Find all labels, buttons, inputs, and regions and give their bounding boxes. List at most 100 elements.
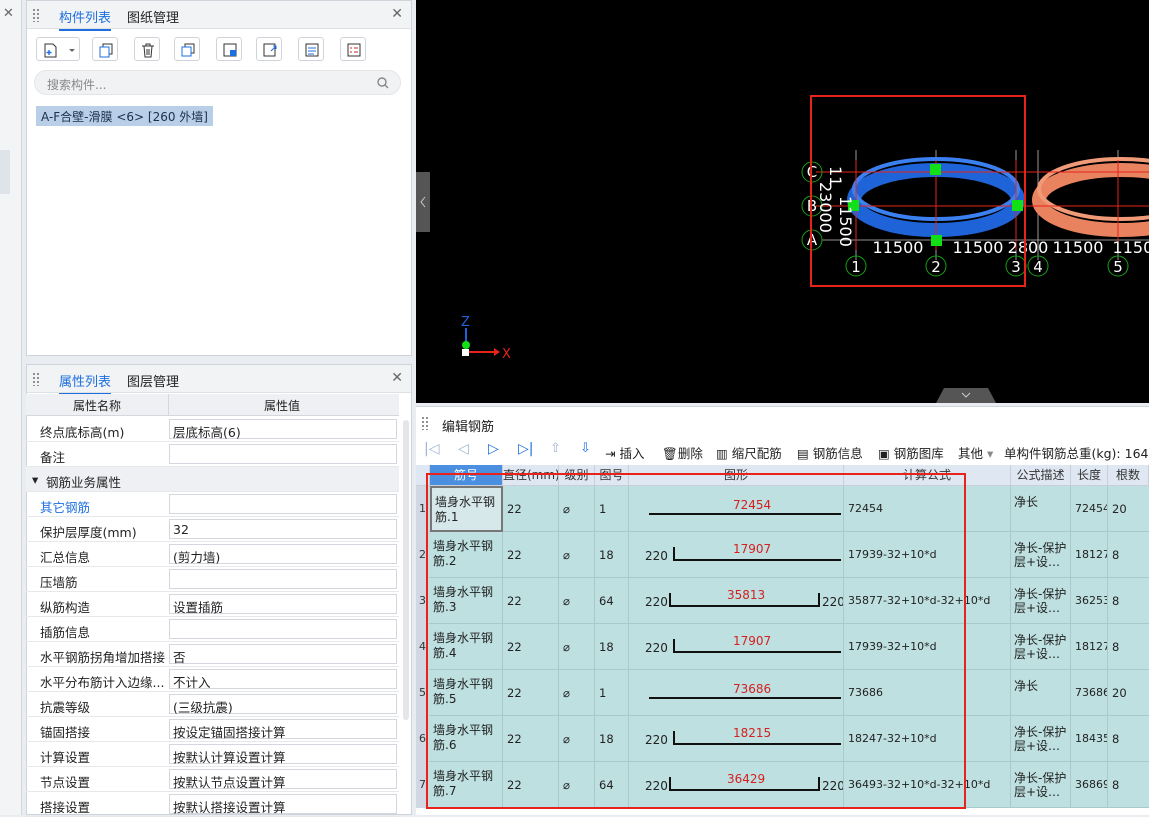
property-row[interactable]: 纵筋构造 设置插筋 bbox=[26, 592, 399, 617]
bar-shape-cell[interactable]: 73686 bbox=[629, 670, 844, 716]
bar-name[interactable]: 墙身水平钢筋.6 bbox=[433, 723, 493, 752]
bar-name[interactable]: 墙身水平钢筋.1 bbox=[435, 495, 495, 524]
tab-component-list[interactable]: 构件列表 bbox=[59, 7, 112, 31]
bar-formula[interactable]: 72454 bbox=[848, 502, 883, 515]
tab-property-list[interactable]: 属性列表 bbox=[59, 371, 112, 395]
property-row[interactable]: 水平分布筋计入边缘... 不计入 bbox=[26, 667, 399, 692]
bar-figure-no[interactable]: 18 bbox=[599, 548, 614, 562]
bar-grade-icon[interactable]: ⌀ bbox=[563, 640, 570, 654]
viewport-canvas[interactable]: CBA 12345 115001150028001150011500 11230… bbox=[416, 0, 1149, 403]
scale-rebar-button[interactable]: ▥ 缩尺配筋 bbox=[716, 443, 782, 462]
next-record-icon[interactable]: ▷ bbox=[488, 441, 499, 457]
rebar-info-button[interactable]: ▤ 钢筋信息 bbox=[797, 443, 863, 462]
property-value[interactable]: 按默认节点设置计算 bbox=[169, 769, 397, 790]
bar-diameter[interactable]: 22 bbox=[507, 548, 522, 562]
bar-formula-description[interactable]: 净长 bbox=[1014, 495, 1038, 509]
row-number[interactable]: 5 bbox=[416, 670, 429, 716]
header-shape[interactable]: 图形 bbox=[629, 465, 844, 486]
previous-record-icon[interactable]: ◁ bbox=[458, 441, 469, 457]
bar-name[interactable]: 墙身水平钢筋.3 bbox=[433, 585, 493, 614]
header-length[interactable]: 长度 bbox=[1071, 465, 1108, 486]
header-bar-no[interactable]: 筋号 bbox=[430, 465, 503, 486]
bar-diameter[interactable]: 22 bbox=[507, 686, 522, 700]
rebar-row[interactable]: 2 墙身水平钢筋.2 22 ⌀ 18 220 17907 17939-32+10*d 净长-保护… bbox=[416, 532, 1149, 578]
property-value[interactable]: (三级抗震) bbox=[169, 694, 397, 715]
bar-formula-description[interactable]: 净长 bbox=[1014, 679, 1038, 693]
property-value[interactable]: 不计入 bbox=[169, 669, 397, 690]
property-row[interactable]: 保护层厚度(mm) 32 bbox=[26, 517, 399, 542]
bar-formula-description[interactable]: 净长-保护层+设… bbox=[1014, 725, 1066, 753]
layer-copy-button[interactable] bbox=[174, 37, 200, 61]
bar-shape-cell[interactable]: 220 17907 bbox=[629, 624, 844, 670]
property-value[interactable]: 否 bbox=[169, 644, 397, 665]
insert-button[interactable]: ⇥ 插入 bbox=[605, 443, 644, 462]
bar-formula-description[interactable]: 净长-保护层+设… bbox=[1014, 633, 1066, 661]
property-view-button[interactable] bbox=[340, 37, 366, 61]
bar-formula[interactable]: 35877-32+10*d-32+10*d bbox=[848, 594, 990, 607]
bar-count[interactable]: 8 bbox=[1112, 548, 1119, 562]
property-row[interactable]: 锚固搭接 按设定锚固搭接计算 bbox=[26, 717, 399, 742]
bar-grade-icon[interactable]: ⌀ bbox=[563, 594, 570, 608]
bar-length[interactable]: 18127 bbox=[1075, 640, 1107, 653]
bar-grade-icon[interactable]: ⌀ bbox=[563, 502, 570, 516]
bar-name[interactable]: 墙身水平钢筋.4 bbox=[433, 631, 493, 660]
bar-count[interactable]: 20 bbox=[1112, 502, 1127, 516]
property-row[interactable]: 节点设置 按默认节点设置计算 bbox=[26, 767, 399, 792]
property-row[interactable]: 终点底标高(m) 层底标高(6) bbox=[26, 417, 399, 442]
bar-diameter[interactable]: 22 bbox=[507, 594, 522, 608]
header-diameter[interactable]: 直径(mm) bbox=[503, 465, 559, 486]
move-up-icon[interactable]: ⇧ bbox=[550, 441, 561, 456]
bar-figure-no[interactable]: 64 bbox=[599, 778, 614, 792]
component-list-item[interactable]: A-F合壁-滑膜 <6> [260 外墙] bbox=[36, 106, 213, 126]
bar-length[interactable]: 36253 bbox=[1075, 594, 1107, 607]
property-value[interactable]: 按默认计算设置计算 bbox=[169, 744, 397, 765]
bar-length[interactable]: 18127 bbox=[1075, 548, 1107, 561]
bar-name[interactable]: 墙身水平钢筋.2 bbox=[433, 539, 493, 568]
new-component-button[interactable] bbox=[36, 37, 80, 61]
first-record-icon[interactable]: |◁ bbox=[424, 441, 439, 457]
other-dropdown[interactable]: 其他 ▾ bbox=[958, 443, 993, 462]
bar-count[interactable]: 8 bbox=[1112, 640, 1119, 654]
bar-formula-description[interactable]: 净长-保护层+设… bbox=[1014, 771, 1066, 799]
property-row[interactable]: 搭接设置 按默认搭接设置计算 bbox=[26, 792, 399, 817]
bar-name[interactable]: 墙身水平钢筋.7 bbox=[433, 769, 493, 798]
property-row[interactable]: 其它钢筋 bbox=[26, 492, 399, 517]
bar-formula[interactable]: 18247-32+10*d bbox=[848, 732, 937, 745]
bar-diameter[interactable]: 22 bbox=[507, 732, 522, 746]
property-scrollbar[interactable] bbox=[403, 420, 409, 720]
drag-handle-icon[interactable] bbox=[32, 372, 40, 386]
bar-count[interactable]: 8 bbox=[1112, 732, 1119, 746]
bar-formula-description[interactable]: 净长-保护层+设… bbox=[1014, 541, 1066, 569]
copy-button[interactable] bbox=[92, 37, 118, 61]
delete-button[interactable] bbox=[134, 37, 160, 61]
property-row[interactable]: 计算设置 按默认计算设置计算 bbox=[26, 742, 399, 767]
bar-figure-no[interactable]: 18 bbox=[599, 732, 614, 746]
close-icon[interactable]: ✕ bbox=[3, 6, 14, 21]
bar-grade-icon[interactable]: ⌀ bbox=[563, 548, 570, 562]
row-number[interactable]: 3 bbox=[416, 578, 429, 624]
rebar-row[interactable]: 5 墙身水平钢筋.5 22 ⌀ 1 73686 73686 净长 73686 20 bbox=[416, 670, 1149, 716]
bar-count[interactable]: 8 bbox=[1112, 778, 1119, 792]
row-number[interactable]: 7 bbox=[416, 762, 429, 808]
bar-grade-icon[interactable]: ⌀ bbox=[563, 732, 570, 746]
bar-length[interactable]: 72454 bbox=[1075, 502, 1107, 515]
bar-figure-no[interactable]: 1 bbox=[599, 502, 606, 516]
bar-shape-cell[interactable]: 220 220 35813 bbox=[629, 578, 844, 624]
property-row[interactable]: ▾ 钢筋业务属性 bbox=[26, 467, 399, 492]
rebar-library-button[interactable]: ▣ 钢筋图库 bbox=[878, 443, 944, 462]
rebar-row[interactable]: 6 墙身水平钢筋.6 22 ⌀ 18 220 18215 18247-32+10*d 净长-保护… bbox=[416, 716, 1149, 762]
row-number[interactable]: 6 bbox=[416, 716, 429, 762]
list-view-button[interactable] bbox=[298, 37, 324, 61]
row-number[interactable]: 4 bbox=[416, 624, 429, 670]
property-row[interactable]: 水平钢筋拐角增加搭接否 bbox=[26, 642, 399, 667]
property-value[interactable]: 按设定锚固搭接计算 bbox=[169, 719, 397, 740]
property-row[interactable]: 抗震等级 (三级抗震) bbox=[26, 692, 399, 717]
bar-count[interactable]: 20 bbox=[1112, 686, 1127, 700]
property-value[interactable] bbox=[169, 569, 397, 589]
import-button[interactable] bbox=[216, 37, 242, 61]
bar-length[interactable]: 73686 bbox=[1075, 686, 1107, 699]
bar-formula[interactable]: 73686 bbox=[848, 686, 883, 699]
drawing-viewport[interactable]: CBA 12345 115001150028001150011500 11230… bbox=[416, 0, 1149, 403]
bar-length[interactable]: 36869 bbox=[1075, 778, 1107, 791]
tab-layer-management[interactable]: 图层管理 bbox=[127, 371, 179, 390]
